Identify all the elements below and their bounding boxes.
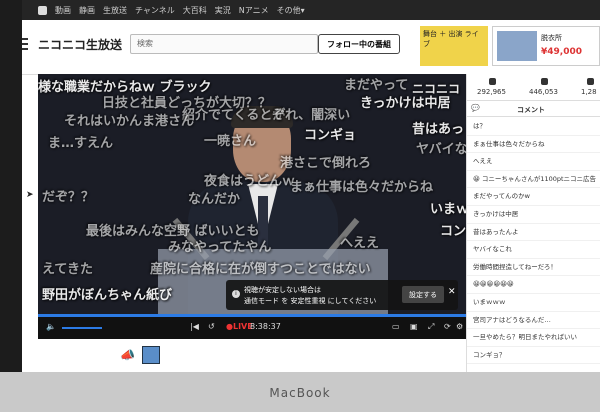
nav-item-dic[interactable]: 大百科 <box>183 5 207 16</box>
ad-banner-1-text: 舞台 ＋ 出演 ライブ <box>423 30 479 48</box>
elapsed-time: 8:38:37 <box>250 322 281 331</box>
list-item: きっかけは中居 <box>467 206 600 224</box>
ad-banner-1[interactable]: 舞台 ＋ 出演 ライブ <box>420 26 488 66</box>
danmaku-comment: なんだか <box>188 192 241 207</box>
screen: 動画 静画 生放送 チャンネル 大百科 実況 Nアニメ その他▾ ニコニコ生放送… <box>22 0 600 372</box>
volume-slider[interactable] <box>62 327 102 329</box>
connection-notice: i 視聴が安定しない場合は 通信モード を 安定性重視 にしてください 設定する… <box>226 280 458 310</box>
danmaku-comment: きっかけは中居 <box>360 96 451 111</box>
comment-toggle-icon[interactable]: ▭ <box>392 322 400 331</box>
skip-back-icon[interactable]: |◀ <box>190 322 199 331</box>
danmaku-comment: 夜食はうどんｗ <box>204 174 296 189</box>
list-item: コンギョ？ <box>467 347 600 365</box>
danmaku-comment: ま…すえん <box>48 136 114 151</box>
stats-bar: 292,965 446,053 1,28 <box>467 74 600 101</box>
danmaku-comment: だぞ？？ <box>42 190 95 205</box>
list-item: まぁ仕事は色々だからね <box>467 136 600 154</box>
list-item: へええ <box>467 153 600 171</box>
danmaku-comment: まぁ仕事は色々だからね <box>290 180 434 195</box>
nav-item-jikkyo[interactable]: 実況 <box>215 5 231 16</box>
list-item: 宮司アナはどうなるんだ… <box>467 312 600 330</box>
header: ニコニコ生放送 検索 フォロー中の番組 舞台 ＋ 出演 ライブ 脱衣所 ¥49,… <box>22 20 600 75</box>
video-player[interactable]: 様な職業だからねｗ ブラック まだやって ニコニコ 日技と社員どっちが大切？？ … <box>38 74 466 314</box>
list-item: ヤバイなこれ <box>467 241 600 259</box>
ad-banner-2-title: 脱衣所 <box>541 34 562 42</box>
nav-item-seiga[interactable]: 静画 <box>79 5 95 16</box>
list-item: 😀😀😀😀😀😀 <box>467 276 600 294</box>
danmaku-comment: いまｗｗ <box>430 202 466 217</box>
list-item: まだやってんのかw <box>467 188 600 206</box>
comment-panel: 292,965 446,053 1,28 💬 コメント は？ まぁ仕事は色々だか… <box>466 74 600 372</box>
settings-gear-icon[interactable]: ⚙ <box>456 322 463 331</box>
ad-count-value: 1,28 <box>581 88 597 96</box>
danmaku-comment: ぞれ、闇深い <box>272 108 351 123</box>
viewer-count: 292,965 <box>477 78 506 96</box>
danmaku-comment: 産院に合格に在が倒すつことではない <box>150 262 371 277</box>
brand-logo[interactable]: ニコニコ生放送 <box>38 36 122 53</box>
danmaku-comment: それはいかんま港さん <box>64 114 195 129</box>
search-input[interactable]: 検索 <box>130 34 318 54</box>
ad-floorplan-image <box>497 31 537 61</box>
volume-icon[interactable]: 🔈 <box>46 322 56 331</box>
danmaku-comment: 野田がぼんちゃん紙び <box>42 288 173 303</box>
danmaku-comment: 昔はあっ <box>412 122 465 137</box>
reload-icon[interactable]: ⟳ <box>444 322 451 331</box>
list-item: 😀 コニーちゃんさんが1100ptニコニ広告 <box>467 171 600 189</box>
ad-icon <box>587 78 594 85</box>
nav-item-live[interactable]: 生放送 <box>103 5 127 16</box>
top-nav-bar: 動画 静画 生放送 チャンネル 大百科 実況 Nアニメ その他▾ <box>22 0 600 20</box>
menu-icon[interactable] <box>22 38 28 50</box>
ad-banner-2[interactable]: 脱衣所 ¥49,000 <box>492 26 600 66</box>
comment-tab-label: コメント <box>517 106 545 114</box>
ad-banner-2-price: ¥49,000 <box>541 47 582 57</box>
notice-line-2: 通信モード を 安定性重視 にしてください <box>244 297 377 305</box>
danmaku-comment: コンギョ <box>304 128 357 143</box>
notice-settings-button[interactable]: 設定する <box>402 286 444 303</box>
comment-icon <box>541 78 548 85</box>
notice-line-1: 視聴が安定しない場合は <box>244 286 321 294</box>
danmaku-comment: ヤバイな <box>416 142 466 157</box>
danmaku-comment: コン <box>440 224 466 239</box>
comment-count: 446,053 <box>529 78 558 96</box>
danmaku-comment: まだやって <box>344 78 409 93</box>
live-badge: ●LIVE <box>226 322 253 331</box>
danmaku-comment: 一暁さん <box>204 134 257 149</box>
comment-tab-icon: 💬 <box>471 104 480 112</box>
nav-item-channel[interactable]: チャンネル <box>135 5 175 16</box>
fullscreen-icon[interactable]: ⤢ <box>428 322 434 332</box>
mouse-cursor-icon: ➤ <box>26 190 34 200</box>
list-item: いまｗｗｗ <box>467 294 600 312</box>
laptop-model-label: MacBook <box>269 386 331 400</box>
comment-count-value: 446,053 <box>529 88 558 96</box>
person-icon <box>489 78 496 85</box>
rewind-icon[interactable]: ↺ <box>208 322 215 331</box>
comment-tab[interactable]: 💬 コメント <box>467 102 600 117</box>
nav-item-more[interactable]: その他▾ <box>277 5 305 16</box>
notice-close-icon[interactable]: ✕ <box>448 287 456 297</box>
theater-mode-icon[interactable]: ▣ <box>410 322 418 331</box>
following-programs-button[interactable]: フォロー中の番組 <box>318 34 400 54</box>
danmaku-comment: みなやってたやん <box>168 240 272 255</box>
info-icon: i <box>232 290 240 298</box>
laptop-chin: MacBook <box>0 372 600 412</box>
list-item: 一旦やめたら？明日またやればいい <box>467 329 600 347</box>
list-item: 労働時間捏造してねーだろ！ <box>467 259 600 277</box>
ad-count: 1,28 <box>581 78 597 96</box>
danmaku-comment: 港さこで倒れろ <box>280 156 372 171</box>
nav-item-nanime[interactable]: Nアニメ <box>239 5 269 16</box>
danmaku-comment: 紹介でてくるとが <box>182 108 286 123</box>
below-player-bar: 📣 <box>38 340 466 372</box>
viewer-count-value: 292,965 <box>477 88 506 96</box>
danmaku-comment: へええ <box>340 236 380 251</box>
nav-item-video[interactable]: 動画 <box>55 5 71 16</box>
comment-list[interactable]: は？ まぁ仕事は色々だからね へええ 😀 コニーちゃんさんが1100ptニコニ広… <box>467 118 600 365</box>
niconico-logo-icon[interactable] <box>38 5 47 15</box>
megaphone-icon[interactable]: 📣 <box>120 348 135 362</box>
player-controls: 🔈 |◀ ↺ ●LIVE 8:38:37 ▭ ▣ ⤢ ⟳ ⚙ <box>38 317 466 339</box>
list-item: 昔はあったんよ <box>467 224 600 242</box>
user-avatar[interactable] <box>142 346 160 364</box>
list-item: は？ <box>467 118 600 136</box>
danmaku-comment: えてきた <box>42 262 93 277</box>
